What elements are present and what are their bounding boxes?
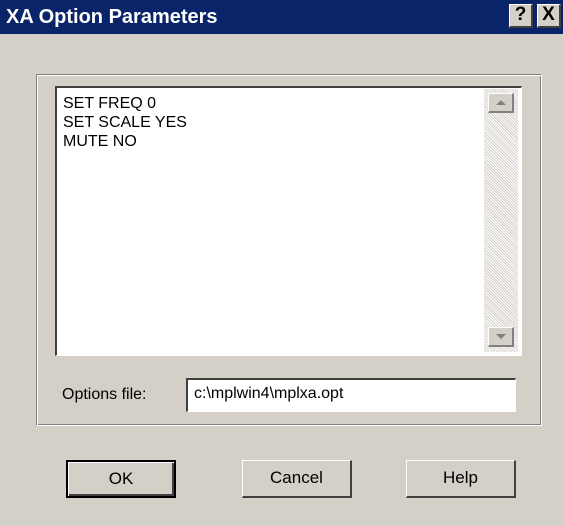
window-title: XA Option Parameters: [6, 6, 218, 28]
ok-button[interactable]: OK: [66, 460, 176, 498]
parameters-textarea[interactable]: SET FREQ 0 SET SCALE YES MUTE NO: [55, 86, 522, 356]
cancel-button[interactable]: Cancel: [242, 460, 352, 498]
dialog-window: XA Option Parameters ? X SET FREQ 0 SET …: [0, 0, 563, 526]
scroll-down-arrow-icon: [496, 334, 506, 339]
parameter-line: MUTE NO: [63, 133, 137, 150]
parameter-lines: SET FREQ 0 SET SCALE YES MUTE NO: [63, 94, 187, 151]
scroll-down-button[interactable]: [488, 327, 514, 347]
help-button[interactable]: Help: [406, 460, 516, 498]
vertical-scrollbar[interactable]: [484, 89, 518, 352]
help-question-button[interactable]: ?: [509, 4, 533, 28]
options-file-label: Options file:: [62, 386, 147, 403]
parameter-line: SET SCALE YES: [63, 114, 187, 131]
title-bar: XA Option Parameters ? X: [0, 0, 563, 34]
scroll-up-button[interactable]: [488, 93, 514, 113]
close-button[interactable]: X: [537, 4, 561, 28]
scroll-up-arrow-icon: [496, 100, 506, 105]
options-file-input[interactable]: c:\mplwin4\mplxa.opt: [186, 378, 516, 412]
parameter-line: SET FREQ 0: [63, 95, 157, 112]
